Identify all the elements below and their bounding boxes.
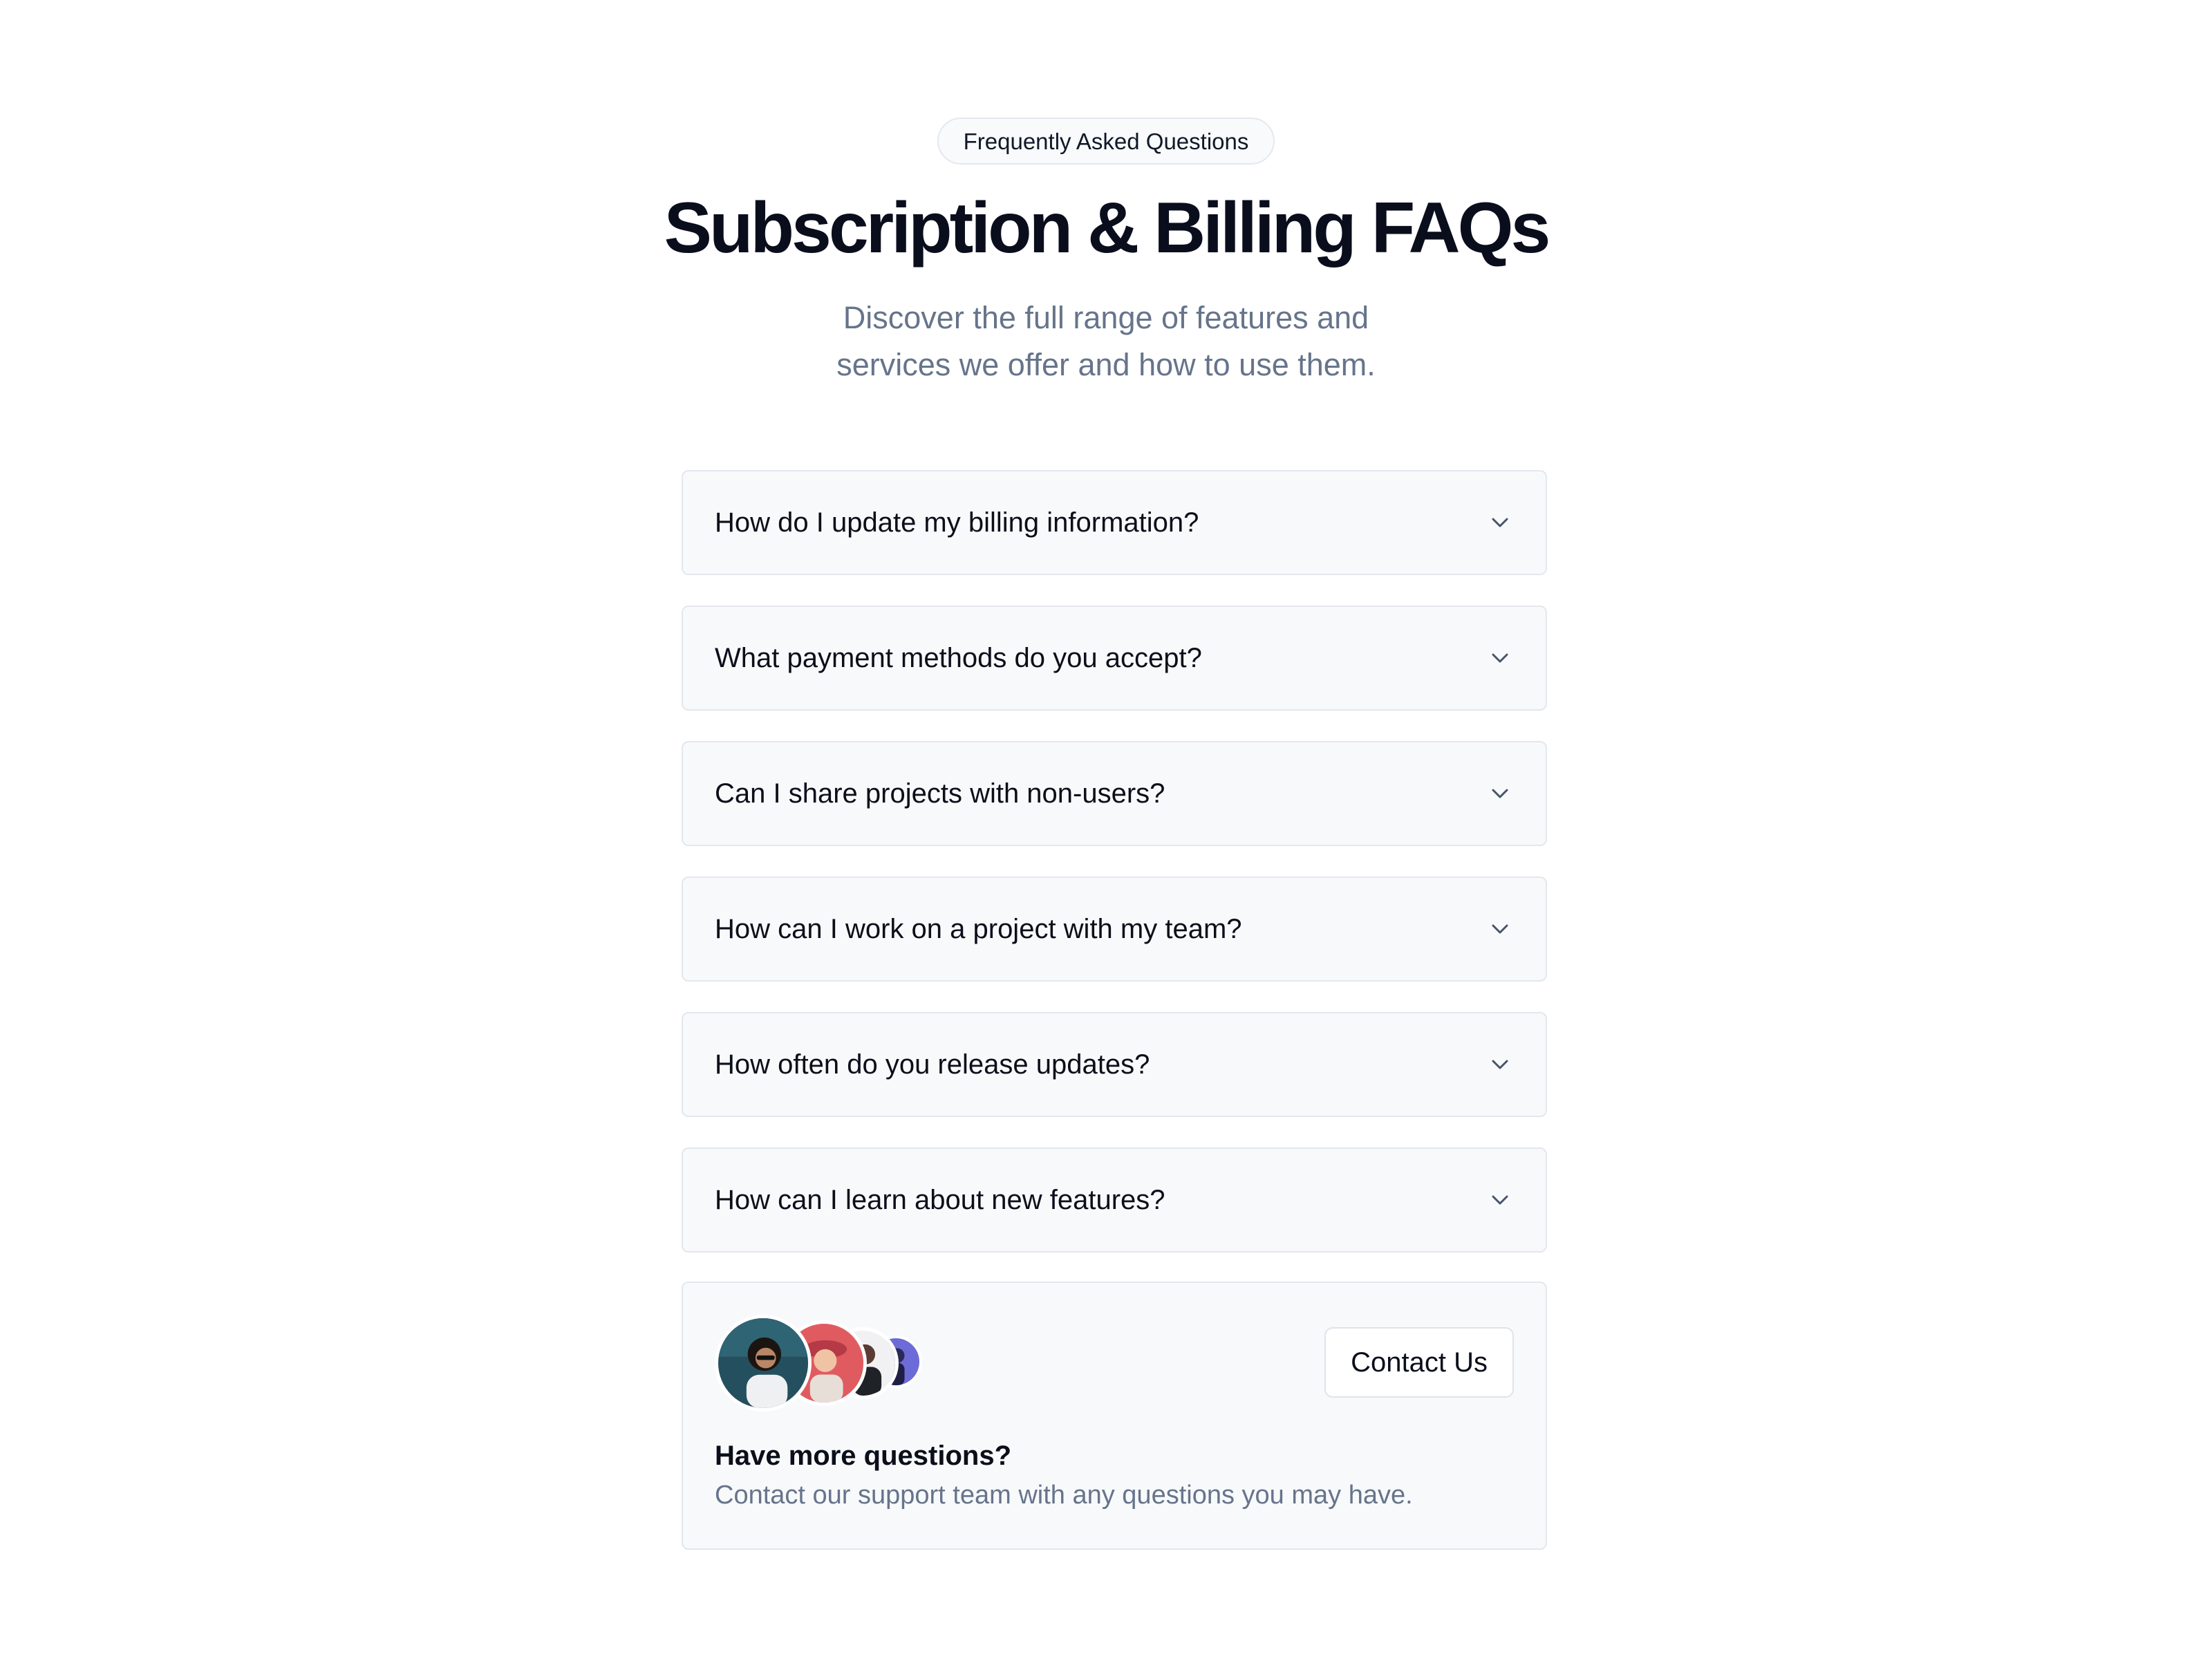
page-title: Subscription & Billing FAQs [664,188,1551,268]
faq-list: How do I update my billing information? … [682,470,1547,1283]
section-badge: Frequently Asked Questions [937,118,1275,165]
contact-heading: Have more questions? [715,1441,1012,1471]
faq-item-team-project[interactable]: How can I work on a project with my team… [682,877,1547,982]
chevron-down-icon [1492,518,1508,527]
avatar-group [715,1315,936,1412]
contact-us-button[interactable]: Contact Us [1324,1327,1514,1398]
faq-item-new-features[interactable]: How can I learn about new features? [682,1147,1547,1253]
chevron-down-icon [1492,653,1508,663]
faq-question: How often do you release updates? [715,1049,1150,1080]
chevron-down-icon [1492,1060,1508,1069]
chevron-down-icon [1492,924,1508,934]
faq-question: How do I update my billing information? [715,507,1199,538]
faq-question: How can I learn about new features? [715,1185,1165,1215]
faq-question: What payment methods do you accept? [715,643,1202,673]
faq-item-billing-info[interactable]: How do I update my billing information? [682,470,1547,575]
faq-item-share-projects[interactable]: Can I share projects with non-users? [682,741,1547,846]
avatar [715,1315,812,1412]
contact-description: Contact our support team with any questi… [715,1481,1413,1510]
faq-page: Frequently Asked Questions Subscription … [0,0,2212,1659]
faq-question: Can I share projects with non-users? [715,778,1165,809]
faq-item-release-updates[interactable]: How often do you release updates? [682,1012,1547,1117]
chevron-down-icon [1492,1195,1508,1205]
page-subtitle: Discover the full range of features and … [836,300,1376,382]
faq-header: Frequently Asked Questions Subscription … [0,118,2212,388]
faq-item-payment-methods[interactable]: What payment methods do you accept? [682,606,1547,711]
contact-card: Contact Us Have more questions? Contact … [682,1282,1547,1550]
faq-question: How can I work on a project with my team… [715,914,1242,944]
chevron-down-icon [1492,789,1508,798]
